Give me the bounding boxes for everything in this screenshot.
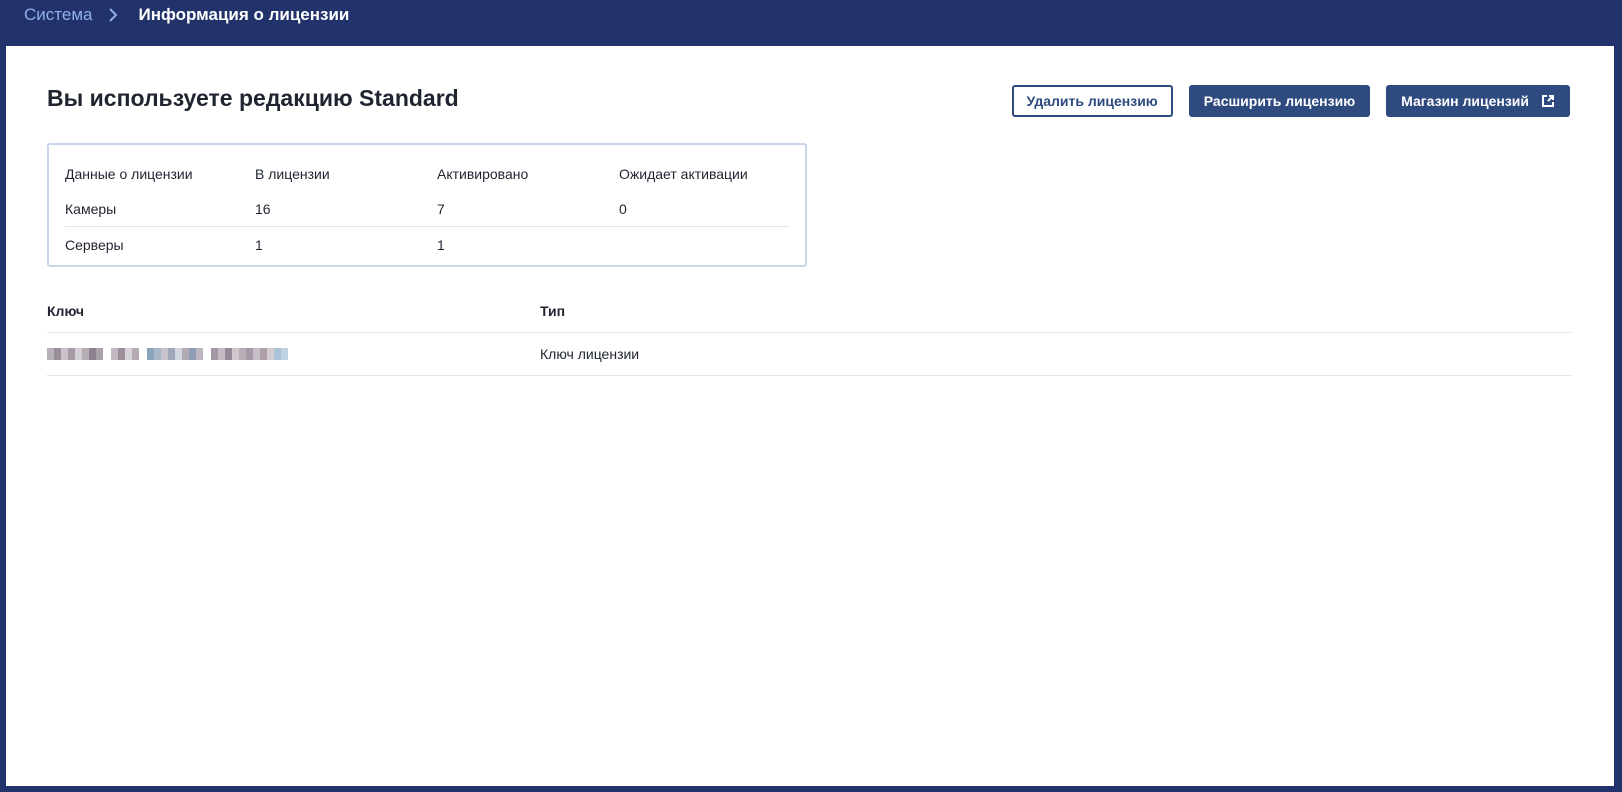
license-key-type: Ключ лицензии <box>540 346 640 362</box>
blurred-key <box>47 348 540 360</box>
extend-license-button[interactable]: Расширить лицензию <box>1188 85 1371 117</box>
license-store-label: Магазин лицензий <box>1401 93 1529 109</box>
header-in-license: В лицензии <box>255 165 330 182</box>
external-link-icon <box>1542 95 1554 107</box>
keys-table-header: Ключ Тип <box>47 290 1571 333</box>
servers-awaiting <box>619 227 789 263</box>
delete-license-label: Удалить лицензию <box>1026 93 1158 109</box>
breadcrumb: Система Информация о лицензии <box>24 0 349 30</box>
header-activated: Активировано <box>437 165 529 182</box>
license-actions: Удалить лицензию Расширить лицензию Мага… <box>1011 85 1570 117</box>
cameras-activated: 7 <box>437 191 619 227</box>
page-title: Вы используете редакцию Standard <box>47 85 459 111</box>
servers-in-license: 1 <box>255 236 263 253</box>
table-row: Камеры 16 7 0 <box>65 191 789 227</box>
license-data-table: Данные о лицензии В лицензии Активирован… <box>65 156 789 262</box>
chevron-right-icon <box>109 8 118 22</box>
header-license-data: Данные о лицензии <box>65 165 193 182</box>
license-keys-table: Ключ Тип Ключ лицензии <box>47 290 1571 376</box>
header-awaiting-activation: Ожидает активации <box>619 165 748 182</box>
row-label-cameras: Камеры <box>65 191 255 227</box>
row-label-servers: Серверы <box>65 236 124 253</box>
cameras-awaiting: 0 <box>619 191 789 227</box>
license-store-button[interactable]: Магазин лицензий <box>1386 85 1570 117</box>
breadcrumb-link-system[interactable]: Система <box>24 5 92 25</box>
header-type: Тип <box>540 303 566 319</box>
license-data-card: Данные о лицензии В лицензии Активирован… <box>47 143 807 267</box>
cameras-in-license: 16 <box>255 191 437 227</box>
top-bar: Система Информация о лицензии <box>0 0 1622 46</box>
table-row: Серверы 1 1 <box>65 227 789 263</box>
table-row[interactable]: Ключ лицензии <box>47 333 1571 376</box>
servers-activated: 1 <box>437 236 445 253</box>
license-key-value <box>47 348 540 360</box>
license-info-panel: Вы используете редакцию Standard Удалить… <box>6 46 1614 786</box>
extend-license-label: Расширить лицензию <box>1203 93 1356 109</box>
delete-license-button[interactable]: Удалить лицензию <box>1011 85 1173 117</box>
breadcrumb-current: Информация о лицензии <box>138 5 350 24</box>
license-table-header: Данные о лицензии В лицензии Активирован… <box>65 156 789 191</box>
header-key: Ключ <box>47 303 84 319</box>
